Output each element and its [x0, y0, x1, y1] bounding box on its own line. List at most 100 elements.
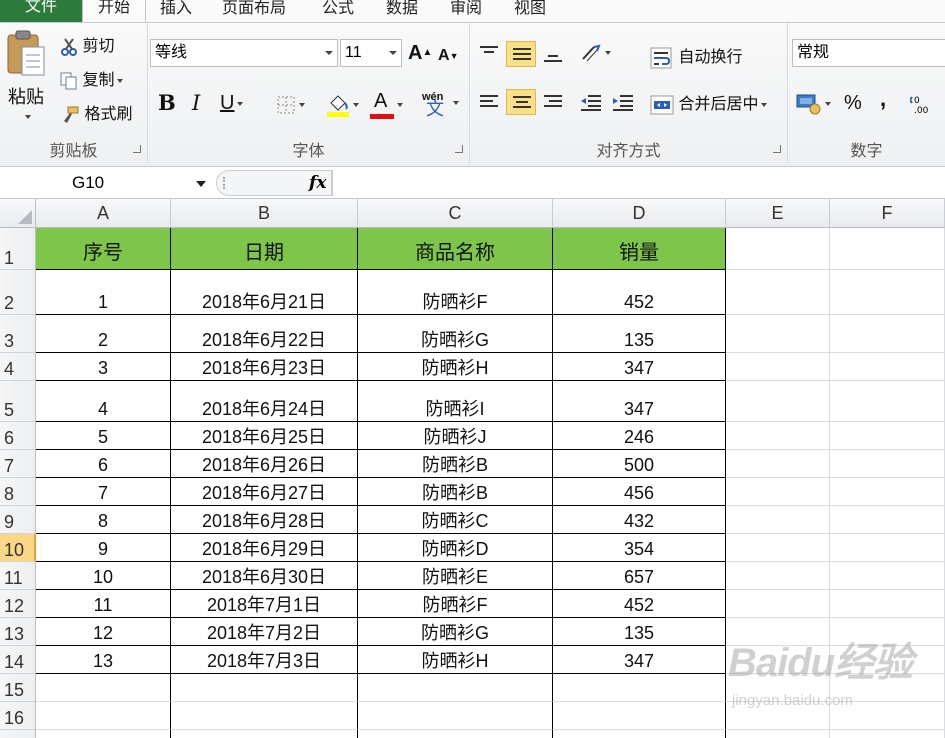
- fill-color-dropdown-icon[interactable]: [353, 103, 359, 107]
- copy-button[interactable]: 复制: [60, 71, 124, 91]
- cell[interactable]: [726, 562, 830, 590]
- merge-center-button[interactable]: 合并后居中: [650, 95, 768, 115]
- cell[interactable]: [726, 353, 830, 381]
- bold-button[interactable]: B: [158, 92, 176, 113]
- table-cell[interactable]: [358, 702, 553, 730]
- paste-dropdown-icon[interactable]: [25, 115, 31, 119]
- underline-dropdown-icon[interactable]: [237, 101, 244, 106]
- font-name-select[interactable]: 等线: [150, 39, 338, 67]
- table-cell[interactable]: 7: [36, 478, 171, 506]
- table-cell[interactable]: 防晒衫I: [358, 381, 553, 422]
- table-cell[interactable]: 657: [553, 562, 726, 590]
- clipboard-launcher-icon[interactable]: [133, 145, 141, 153]
- header-cell[interactable]: 销量: [553, 228, 726, 270]
- orientation-button[interactable]: [580, 43, 611, 63]
- row-header-10[interactable]: 10: [0, 534, 36, 562]
- table-cell[interactable]: 2018年7月1日: [171, 590, 358, 618]
- cell[interactable]: [830, 270, 945, 315]
- table-cell[interactable]: 防晒衫H: [358, 353, 553, 381]
- table-cell[interactable]: [36, 730, 171, 738]
- table-cell[interactable]: 2018年6月27日: [171, 478, 358, 506]
- row-header-1[interactable]: 1: [0, 228, 36, 270]
- cell[interactable]: [726, 270, 830, 315]
- table-cell[interactable]: 6: [36, 450, 171, 478]
- cell[interactable]: [726, 422, 830, 450]
- cell[interactable]: [726, 618, 830, 646]
- borders-dropdown-icon[interactable]: [299, 103, 305, 107]
- table-cell[interactable]: 452: [553, 590, 726, 618]
- row-header-13[interactable]: 13: [0, 618, 36, 646]
- decrease-indent-button[interactable]: [580, 93, 602, 113]
- table-cell[interactable]: 2018年7月3日: [171, 646, 358, 674]
- accounting-dropdown-icon[interactable]: [825, 102, 831, 106]
- cell[interactable]: [726, 228, 830, 270]
- merge-dropdown-icon[interactable]: [761, 103, 768, 107]
- cell[interactable]: [830, 422, 945, 450]
- row-header-9[interactable]: 9: [0, 506, 36, 534]
- cell[interactable]: [830, 534, 945, 562]
- row-header-8[interactable]: 8: [0, 478, 36, 506]
- align-middle-button[interactable]: [506, 41, 536, 67]
- align-bottom-button[interactable]: [538, 41, 568, 67]
- header-cell[interactable]: 日期: [171, 228, 358, 270]
- table-cell[interactable]: 432: [553, 506, 726, 534]
- table-cell[interactable]: 347: [553, 353, 726, 381]
- borders-button[interactable]: [276, 95, 305, 115]
- row-header-7[interactable]: 7: [0, 450, 36, 478]
- row-header-2[interactable]: 2: [0, 270, 36, 315]
- table-cell[interactable]: 防晒衫E: [358, 562, 553, 590]
- cell[interactable]: [830, 730, 945, 738]
- table-cell[interactable]: 防晒衫C: [358, 506, 553, 534]
- wrap-text-button[interactable]: 自动换行: [650, 47, 742, 69]
- font-size-select[interactable]: 11: [340, 39, 402, 67]
- cell[interactable]: [726, 674, 830, 702]
- font-color-button[interactable]: A: [370, 91, 403, 119]
- table-cell[interactable]: 防晒衫B: [358, 450, 553, 478]
- table-cell[interactable]: [553, 702, 726, 730]
- cut-button[interactable]: 剪切: [60, 37, 114, 57]
- table-cell[interactable]: 2018年6月22日: [171, 315, 358, 353]
- table-cell[interactable]: [553, 730, 726, 738]
- header-cell[interactable]: 商品名称: [358, 228, 553, 270]
- tab-insert[interactable]: 插入: [148, 0, 204, 22]
- row-header-11[interactable]: 11: [0, 562, 36, 590]
- table-cell[interactable]: [171, 702, 358, 730]
- table-cell[interactable]: 500: [553, 450, 726, 478]
- table-cell[interactable]: 防晒衫D: [358, 534, 553, 562]
- row-header-12[interactable]: 12: [0, 590, 36, 618]
- cell[interactable]: [830, 315, 945, 353]
- underline-button[interactable]: U: [220, 93, 244, 113]
- table-cell[interactable]: 12: [36, 618, 171, 646]
- chevron-down-icon[interactable]: [196, 181, 206, 187]
- cell[interactable]: [726, 450, 830, 478]
- row-header-16[interactable]: 16: [0, 702, 36, 730]
- table-cell[interactable]: 347: [553, 381, 726, 422]
- table-cell[interactable]: [171, 730, 358, 738]
- grow-font-button[interactable]: A▲: [408, 43, 432, 63]
- fill-color-button[interactable]: [326, 93, 359, 117]
- table-cell[interactable]: 防晒衫G: [358, 618, 553, 646]
- table-cell[interactable]: 13: [36, 646, 171, 674]
- tab-home[interactable]: 开始: [82, 0, 146, 23]
- table-cell[interactable]: 2018年6月25日: [171, 422, 358, 450]
- cell[interactable]: [830, 506, 945, 534]
- paste-button[interactable]: 粘贴: [4, 29, 52, 129]
- cell[interactable]: [830, 618, 945, 646]
- table-cell[interactable]: [36, 674, 171, 702]
- font-color-dropdown-icon[interactable]: [397, 103, 403, 107]
- cell[interactable]: [726, 590, 830, 618]
- row-header-15[interactable]: 15: [0, 674, 36, 702]
- column-header-c[interactable]: C: [358, 199, 553, 228]
- formula-input[interactable]: [332, 170, 945, 196]
- table-cell[interactable]: 2018年6月26日: [171, 450, 358, 478]
- cell[interactable]: [830, 478, 945, 506]
- column-header-e[interactable]: E: [726, 199, 830, 228]
- tab-formulas[interactable]: 公式: [310, 0, 366, 22]
- align-center-button[interactable]: [506, 89, 536, 115]
- cell[interactable]: [830, 228, 945, 270]
- cell[interactable]: [726, 534, 830, 562]
- cell[interactable]: [830, 646, 945, 674]
- table-cell[interactable]: 4: [36, 381, 171, 422]
- increase-indent-button[interactable]: [612, 93, 634, 113]
- cell[interactable]: [726, 646, 830, 674]
